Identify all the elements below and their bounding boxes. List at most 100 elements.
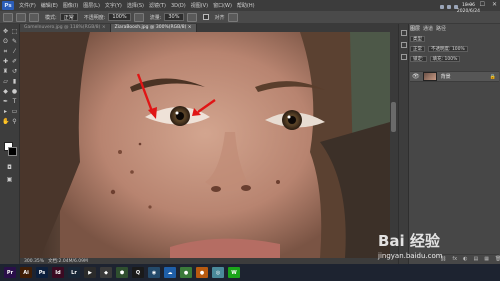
quick-mask-icon[interactable]: ◘ (6, 164, 13, 171)
menu-3d[interactable]: 3D(D) (171, 3, 186, 9)
tray-icon-2[interactable] (447, 5, 451, 9)
taskbar-app10-icon[interactable]: ◉ (148, 267, 160, 278)
blur-tool-icon[interactable]: ◆ (2, 88, 9, 95)
screen-mode-icon[interactable]: ▣ (6, 176, 13, 183)
layer-opacity-input[interactable]: 不透明度: 100% (428, 46, 468, 52)
taskbar-premiere-icon[interactable]: Pr (4, 267, 16, 278)
layer-lock-row: 锁定: 填充: 100% (410, 55, 499, 63)
options-bar: 模式: 正常 不透明度: 100% 流量: 30% 对齐 (0, 11, 500, 24)
zoom-readout[interactable]: 300.35% (24, 259, 44, 264)
tab-document-2[interactable]: ZiaraBoosh.jpg @ 300%(RGB/8) × (110, 24, 197, 32)
taskbar-app11-icon[interactable]: ☁ (164, 267, 176, 278)
taskbar-firefox-icon[interactable]: ● (196, 267, 208, 278)
menu-image[interactable]: 图像(I) (63, 2, 78, 9)
opacity-input[interactable]: 100% (108, 13, 131, 21)
vertical-scrollbar[interactable] (390, 32, 398, 258)
taskbar-app8-icon[interactable]: ⬢ (116, 267, 128, 278)
layer-fill-input[interactable]: 填充: 100% (429, 56, 461, 62)
maximize-icon[interactable]: ☐ (480, 1, 485, 8)
type-tool-icon[interactable]: T (11, 98, 18, 105)
scrollbar-thumb[interactable] (391, 102, 396, 132)
healing-tool-icon[interactable]: ✚ (2, 58, 9, 65)
blend-mode-select[interactable]: 正常 (410, 46, 425, 52)
pen-tool-icon[interactable]: ✒ (2, 98, 9, 105)
shape-tool-icon[interactable]: ▭ (11, 108, 18, 115)
document-canvas[interactable] (20, 32, 390, 258)
pressure-opacity-icon[interactable] (133, 12, 144, 22)
marquee-tool-icon[interactable]: ⬚ (11, 28, 18, 35)
gradient-tool-icon[interactable]: ▮ (11, 78, 18, 85)
move-tool-icon[interactable]: ✥ (2, 28, 9, 35)
eyedropper-tool-icon[interactable]: ⁄ (11, 48, 18, 55)
menu-file[interactable]: 文件(F) (19, 2, 36, 9)
taskbar-app7-icon[interactable]: ◆ (100, 267, 112, 278)
system-clock[interactable]: 18:06 2020/6/24 (457, 3, 480, 14)
taskbar-wechat-icon[interactable]: W (228, 267, 240, 278)
background-color-swatch[interactable] (8, 147, 17, 156)
dodge-tool-icon[interactable]: ● (11, 88, 18, 95)
airbrush-icon[interactable] (186, 12, 197, 22)
menu-layer[interactable]: 图层(L) (83, 2, 100, 9)
lasso-tool-icon[interactable]: ʘ (2, 38, 9, 45)
layer-filter-row: 类型 (410, 35, 499, 43)
adjustments-panel-icon[interactable] (401, 54, 407, 60)
history-brush-tool-icon[interactable]: ↺ (11, 68, 18, 75)
clock-date: 2020/6/24 (456, 8, 480, 14)
document-tabs: Gamelnuvero.jpg @ 118%(RGB/8) × ZiaraBoo… (20, 24, 398, 32)
clone-stamp-tool-icon[interactable]: ♜ (2, 68, 9, 75)
mode-select[interactable]: 正常 (59, 13, 78, 21)
watermark-brand: Bai 经验 (378, 232, 440, 250)
opacity-label: 不透明度: (83, 14, 106, 21)
taskbar-photoshop-icon[interactable]: Ps (36, 267, 48, 278)
brush-tool-icon[interactable]: ✐ (11, 58, 18, 65)
close-icon[interactable]: ✕ (492, 1, 497, 8)
taskbar-chrome-icon[interactable]: ● (180, 267, 192, 278)
tab-document-1[interactable]: Gamelnuvero.jpg @ 118%(RGB/8) × (20, 24, 111, 32)
path-select-tool-icon[interactable]: ▸ (2, 108, 9, 115)
aligned-checkbox[interactable] (202, 14, 209, 20)
tab-paths[interactable]: 路径 (436, 25, 446, 32)
menu-help[interactable]: 帮助(H) (237, 2, 255, 9)
flow-input[interactable]: 30% (164, 13, 184, 21)
portrait-photo (20, 32, 390, 258)
hand-tool-icon[interactable]: ✋ (2, 118, 9, 125)
layer-blend-row: 正常 不透明度: 100% (410, 45, 499, 53)
taskbar-illustrator-icon[interactable]: Ai (20, 267, 32, 278)
layer-thumbnail (422, 72, 437, 81)
tab-layers[interactable]: 图层 (410, 25, 420, 32)
aligned-label: 对齐 (214, 14, 225, 21)
panel-dock-icons (399, 24, 409, 264)
tray-icon-1[interactable] (440, 5, 444, 9)
brush-panel-icon[interactable] (29, 12, 39, 22)
lock-label: 锁定: (410, 56, 427, 62)
taskbar-qq-icon[interactable]: Q (132, 267, 144, 278)
tool-preset-icon[interactable] (3, 12, 13, 22)
brush-preset-icon[interactable] (16, 12, 26, 22)
menu-edit[interactable]: 编辑(E) (41, 2, 58, 9)
pressure-size-icon[interactable] (227, 12, 238, 22)
layer-name: 背景 (440, 74, 451, 80)
taskbar-indesign-icon[interactable]: Id (52, 267, 64, 278)
flow-label: 流量: (149, 14, 162, 21)
panel-tabs: 图层 通道 路径 (410, 25, 446, 32)
layer-kind-select[interactable]: 类型 (410, 36, 425, 42)
lock-icon: 🔒 (489, 73, 496, 80)
tab-channels[interactable]: 通道 (423, 25, 433, 32)
menu-window[interactable]: 窗口(W) (213, 2, 232, 9)
zoom-tool-icon[interactable]: ⚲ (11, 118, 18, 125)
quick-select-tool-icon[interactable]: ✎ (11, 38, 18, 45)
visibility-eye-icon[interactable]: 👁 (412, 73, 420, 80)
eraser-tool-icon[interactable]: ▱ (2, 78, 9, 85)
menu-view[interactable]: 视图(V) (191, 2, 208, 9)
layer-row-background[interactable]: 👁 背景 🔒 (410, 71, 499, 82)
properties-panel-icon[interactable] (401, 42, 407, 48)
menu-select[interactable]: 选择(S) (127, 2, 144, 9)
crop-tool-icon[interactable]: ⌗ (2, 48, 9, 55)
menu-type[interactable]: 文字(Y) (105, 2, 122, 9)
taskbar-lightroom-icon[interactable]: Lr (68, 267, 80, 278)
menu-filter[interactable]: 滤镜(T) (149, 2, 166, 9)
taskbar-app14-icon[interactable]: ◎ (212, 267, 224, 278)
history-panel-icon[interactable] (401, 30, 407, 36)
system-tray-icons (440, 5, 458, 9)
taskbar-media-icon[interactable]: ▶ (84, 267, 96, 278)
